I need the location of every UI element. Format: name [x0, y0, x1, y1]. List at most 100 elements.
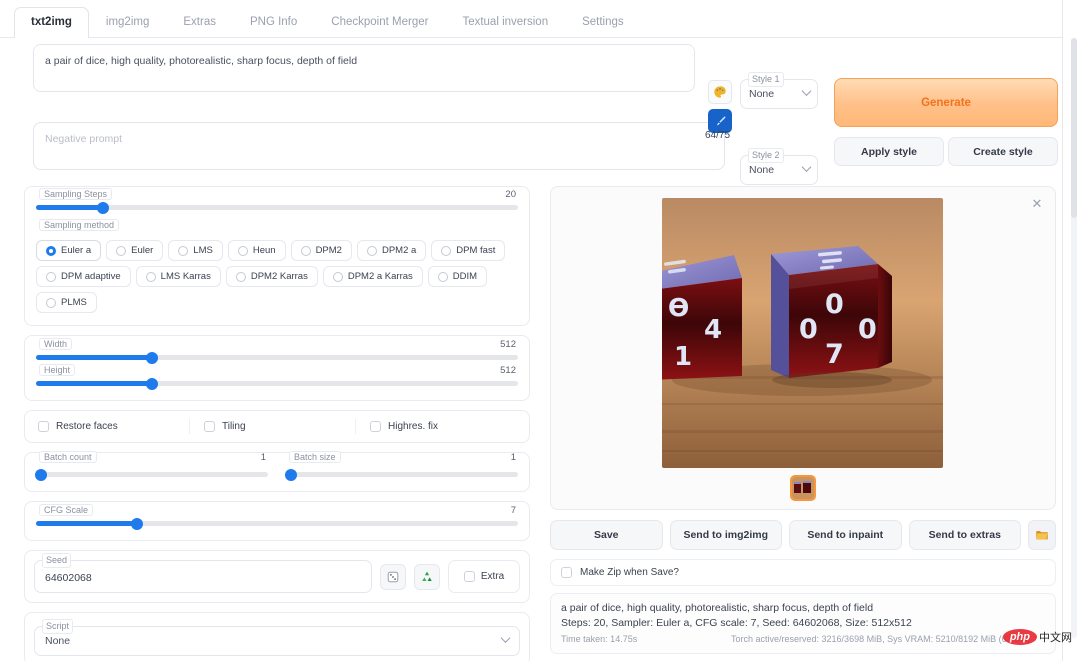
- sampler-euler-a[interactable]: Euler a: [36, 240, 102, 261]
- seed-input[interactable]: Seed 64602068: [34, 553, 372, 593]
- sampling-steps-slider[interactable]: Sampling Steps 20: [36, 188, 518, 214]
- radio-dot: [46, 297, 56, 308]
- script-label: Script: [42, 619, 74, 635]
- tab-label: PNG Info: [249, 15, 298, 28]
- send-to-extras-button[interactable]: Send to extras: [908, 520, 1021, 550]
- generated-image[interactable]: ϴ 4 1 0 0 0 7: [662, 198, 943, 468]
- radio-dot: [46, 245, 56, 256]
- cfg-scale-label: CFG Scale: [39, 504, 94, 516]
- radio-dot: [437, 271, 448, 282]
- style-1-label: Style 1: [748, 72, 784, 88]
- height-slider[interactable]: Height 512: [36, 364, 518, 390]
- send-to-img2img-button[interactable]: Send to img2img: [669, 520, 782, 550]
- svg-text:7: 7: [825, 339, 844, 370]
- checkbox-box: [561, 567, 572, 578]
- sampler-dpm-fast[interactable]: DPM fast: [431, 240, 506, 261]
- slider-track[interactable]: [284, 468, 518, 481]
- folder-icon[interactable]: [1028, 520, 1056, 550]
- sampler-lms[interactable]: LMS: [168, 240, 223, 261]
- style-2-select[interactable]: Style 2 None: [740, 148, 818, 185]
- tiling-checkbox[interactable]: Tiling: [189, 419, 355, 434]
- sampler-lms-karras[interactable]: LMS Karras: [135, 266, 221, 287]
- sampler-dpm2-a[interactable]: DPM2 a: [356, 240, 427, 261]
- close-icon[interactable]: ✕: [1029, 196, 1045, 212]
- radio-dot: [178, 245, 189, 256]
- page-scrollbar[interactable]: [1071, 38, 1077, 638]
- tab-settings[interactable]: Settings: [565, 7, 641, 39]
- sampler-label: Heun: [252, 245, 276, 256]
- slider-track[interactable]: [36, 201, 518, 214]
- negative-prompt-input[interactable]: Negative prompt: [33, 122, 725, 170]
- slider-track[interactable]: [36, 351, 518, 364]
- batch-size-slider[interactable]: Batch size 1: [284, 451, 518, 481]
- sampling-card: Sampling Steps 20 Sampling method Euler …: [24, 186, 530, 326]
- cfg-scale-slider[interactable]: CFG Scale 7: [36, 504, 518, 530]
- width-slider[interactable]: Width 512: [36, 338, 518, 364]
- batch-card: Batch count 1 Batch size 1: [24, 451, 530, 492]
- result-column: ✕ ϴ 4 1 0 0 0 7 Save Send to img2img Sen…: [550, 186, 1056, 654]
- batch-count-slider[interactable]: Batch count 1: [34, 451, 268, 481]
- width-value: 512: [500, 339, 516, 350]
- checkbox-box: [463, 571, 475, 582]
- extra-checkbox[interactable]: Extra: [448, 560, 520, 593]
- svg-text:0: 0: [858, 314, 877, 345]
- restore-faces-checkbox[interactable]: Restore faces: [33, 419, 189, 434]
- gallery-thumbnail[interactable]: [790, 475, 816, 501]
- palette-icon[interactable]: [708, 80, 732, 104]
- radio-dot: [46, 271, 56, 282]
- generation-info: a pair of dice, high quality, photoreali…: [550, 593, 1056, 654]
- thumbnail-strip: [551, 475, 1055, 501]
- tab-extras[interactable]: Extras: [166, 7, 233, 39]
- prompt-zone: a pair of dice, high quality, photoreali…: [0, 38, 1062, 185]
- sampler-dpm-adaptive[interactable]: DPM adaptive: [36, 266, 131, 287]
- style-1-select[interactable]: Style 1 None: [740, 72, 818, 109]
- slider-track[interactable]: [36, 377, 518, 390]
- recycle-icon[interactable]: [414, 563, 440, 590]
- make-zip-checkbox[interactable]: Make Zip when Save?: [550, 559, 1056, 586]
- style-2-group: Style 2 None: [740, 148, 818, 185]
- script-value: None: [45, 635, 71, 647]
- sampler-plms[interactable]: PLMS: [36, 292, 97, 313]
- style-1-value: None: [749, 88, 775, 100]
- radio-dot: [332, 271, 343, 282]
- width-label: Width: [39, 338, 73, 350]
- tab-checkpoint-merger[interactable]: Checkpoint Merger: [314, 7, 445, 39]
- sampler-dpm2-a-karras[interactable]: DPM2 a Karras: [322, 266, 423, 287]
- seed-card: Seed 64602068 Extra: [24, 550, 530, 603]
- apply-style-button[interactable]: Apply style: [834, 137, 944, 166]
- info-params: Steps: 20, Sampler: Euler a, CFG scale: …: [561, 617, 912, 629]
- create-style-button[interactable]: Create style: [948, 137, 1058, 166]
- tab-img2img[interactable]: img2img: [89, 7, 166, 39]
- sampler-dpm2-karras[interactable]: DPM2 Karras: [225, 266, 318, 287]
- sampler-dpm2[interactable]: DPM2: [290, 240, 352, 261]
- tab-textual-inversion[interactable]: Textual inversion: [445, 7, 565, 39]
- tab-label: Extras: [183, 15, 216, 28]
- tab-png-info[interactable]: PNG Info: [233, 7, 314, 39]
- sampler-label: DPM2 a: [381, 245, 417, 256]
- send-to-inpaint-button[interactable]: Send to inpaint: [789, 520, 902, 550]
- height-label: Height: [39, 364, 76, 376]
- scrollbar-thumb[interactable]: [1071, 38, 1077, 218]
- save-button[interactable]: Save: [550, 520, 663, 550]
- sampler-heun[interactable]: Heun: [227, 240, 286, 261]
- radio-dot: [235, 271, 246, 282]
- toggle-label: Highres. fix: [388, 421, 439, 432]
- highres-fix-checkbox[interactable]: Highres. fix: [355, 419, 521, 434]
- checkbox-box: [204, 421, 215, 432]
- checkbox-box: [38, 421, 49, 432]
- script-select[interactable]: Script None: [34, 619, 520, 656]
- positive-prompt-input[interactable]: a pair of dice, high quality, photoreali…: [33, 44, 695, 92]
- slider-track[interactable]: [34, 468, 268, 481]
- sampler-euler[interactable]: Euler: [106, 240, 164, 261]
- sampler-ddim[interactable]: DDIM: [427, 266, 488, 287]
- slider-track[interactable]: [36, 517, 518, 530]
- info-prompt: a pair of dice, high quality, photoreali…: [561, 602, 874, 614]
- script-card: Script None: [24, 612, 530, 661]
- tab-txt2img[interactable]: txt2img: [14, 6, 89, 38]
- radio-dot: [116, 245, 127, 256]
- batch-size-value: 1: [510, 452, 516, 463]
- toggles-card: Restore faces Tiling Highres. fix: [24, 410, 530, 443]
- dice-icon[interactable]: [380, 563, 406, 590]
- sampling-steps-label: Sampling Steps: [39, 188, 113, 200]
- generate-button[interactable]: Generate: [834, 78, 1058, 127]
